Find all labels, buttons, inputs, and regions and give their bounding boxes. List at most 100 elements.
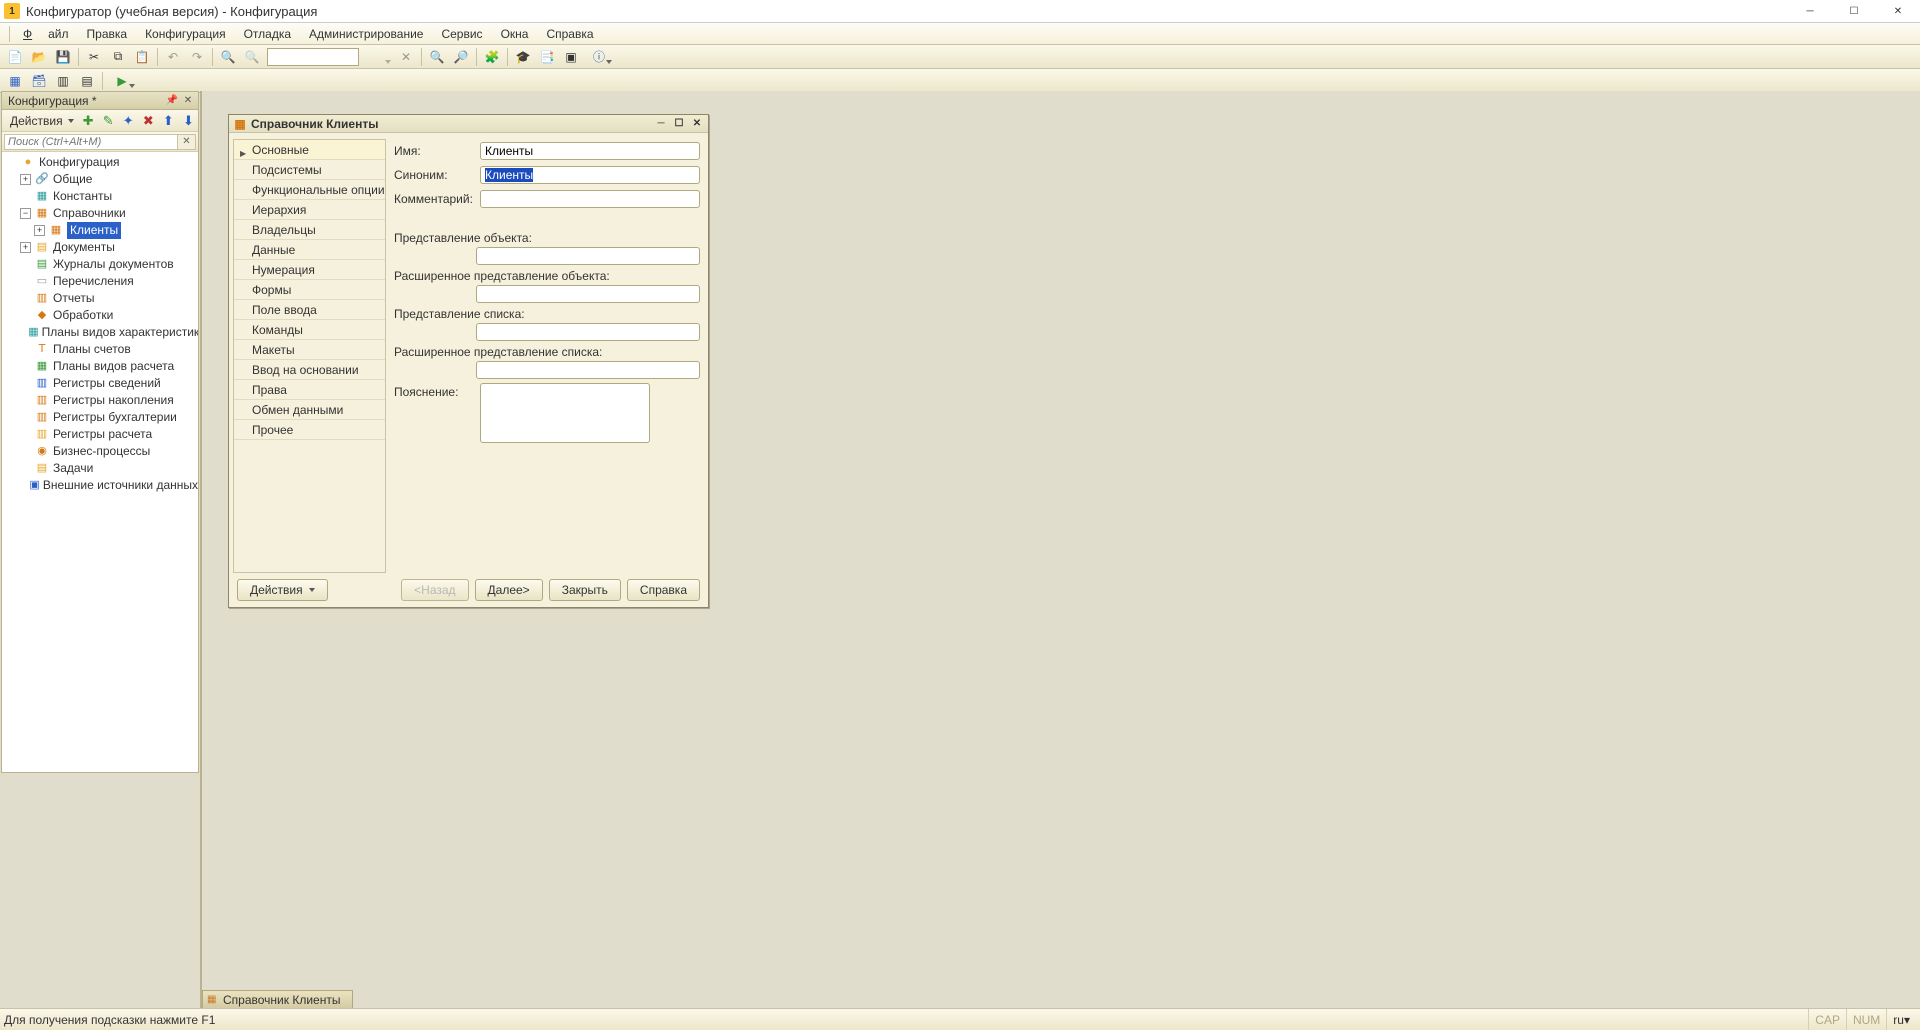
obj-repr-field[interactable] — [476, 247, 700, 265]
panel-actions-button[interactable]: Действия — [6, 111, 78, 131]
name-field[interactable] — [480, 142, 700, 160]
properties-icon[interactable]: ▥ — [52, 71, 74, 91]
find-icon[interactable]: 🔍 — [217, 47, 239, 67]
copy-icon[interactable]: ⧉ — [107, 47, 129, 67]
delete-icon[interactable]: ✖ — [139, 112, 158, 130]
tree-item[interactable]: +▤Журналы документов — [2, 256, 198, 273]
pin-icon[interactable]: 📌 — [164, 93, 180, 109]
dialog-nav-item[interactable]: Макеты — [234, 340, 385, 360]
menu-debug[interactable]: Отладка — [236, 24, 299, 44]
tree-item[interactable]: +▤Задачи — [2, 460, 198, 477]
paste-icon[interactable]: 📋 — [131, 47, 153, 67]
menu-configuration[interactable]: Конфигурация — [137, 24, 234, 44]
info-dd-icon[interactable]: ⓘ — [584, 47, 614, 67]
tree-item[interactable]: +▦Клиенты — [2, 222, 198, 239]
maximize-button[interactable]: ☐ — [1832, 0, 1876, 23]
dialog-nav-item[interactable]: Прочее — [234, 420, 385, 440]
tree-item[interactable]: +▣Внешние источники данных — [2, 477, 198, 494]
edit-icon[interactable]: ✎ — [99, 112, 118, 130]
mdi-tab-catalog-clients[interactable]: Справочник Клиенты — [202, 990, 353, 1008]
dialog-nav-item[interactable]: Формы — [234, 280, 385, 300]
dialog-nav-item[interactable]: Основные — [234, 140, 385, 160]
redo-icon[interactable]: ↷ — [186, 47, 208, 67]
menu-admin[interactable]: Администрирование — [301, 24, 431, 44]
tree-item[interactable]: +◉Бизнес-процессы — [2, 443, 198, 460]
open-file-icon[interactable]: 📂 — [28, 47, 50, 67]
dialog-nav-item[interactable]: Владельцы — [234, 220, 385, 240]
dialog-nav-item[interactable]: Команды — [234, 320, 385, 340]
undo-icon[interactable]: ↶ — [162, 47, 184, 67]
list-repr-field[interactable] — [476, 323, 700, 341]
back-button[interactable]: <Назад — [401, 579, 468, 601]
find-next-icon[interactable]: 🔍 — [241, 47, 263, 67]
panel-close-icon[interactable]: ✕ — [180, 93, 196, 109]
menu-service[interactable]: Сервис — [433, 24, 490, 44]
expander-icon[interactable]: + — [20, 242, 31, 253]
synonym-field[interactable]: Клиенты — [480, 166, 700, 184]
dialog-nav-item[interactable]: Функциональные опции — [234, 180, 385, 200]
dialog-minimize-icon[interactable]: ─ — [652, 116, 670, 132]
tree-item[interactable]: +▦Константы — [2, 188, 198, 205]
help-button[interactable]: Справка — [627, 579, 700, 601]
expander-icon[interactable]: − — [20, 208, 31, 219]
search-dd-icon[interactable] — [363, 47, 393, 67]
tree-item[interactable]: +▥Регистры накопления — [2, 392, 198, 409]
tree-root[interactable]: − ● Конфигурация — [2, 154, 198, 171]
calendar-icon[interactable]: 📑 — [536, 47, 558, 67]
close-dialog-button[interactable]: Закрыть — [549, 579, 621, 601]
tree-item[interactable]: +▭Перечисления — [2, 273, 198, 290]
tree-item[interactable]: +▥Регистры расчета — [2, 426, 198, 443]
dialog-nav-item[interactable]: Права — [234, 380, 385, 400]
status-lang[interactable]: ru ▾ — [1886, 1009, 1916, 1030]
show-panel-icon[interactable]: ▣ — [560, 47, 582, 67]
tree-item[interactable]: +🔗Общие — [2, 171, 198, 188]
list-repr-ext-field[interactable] — [476, 361, 700, 379]
next-button[interactable]: Далее> — [475, 579, 543, 601]
save-icon[interactable]: 💾 — [52, 47, 74, 67]
dialog-nav-item[interactable]: Подсистемы — [234, 160, 385, 180]
tree-item[interactable]: +▥Регистры сведений — [2, 375, 198, 392]
new-file-icon[interactable]: 📄 — [4, 47, 26, 67]
add-icon[interactable]: ✚ — [79, 112, 98, 130]
dialog-nav-item[interactable]: Иерархия — [234, 200, 385, 220]
config-tree-icon[interactable]: ▦ — [4, 71, 26, 91]
close-button[interactable]: ✕ — [1876, 0, 1920, 23]
dialog-actions-button[interactable]: Действия — [237, 579, 328, 601]
comment-field[interactable] — [480, 190, 700, 208]
menu-edit[interactable]: Правка — [79, 24, 136, 44]
dialog-nav-item[interactable]: Нумерация — [234, 260, 385, 280]
wand-icon[interactable]: ✦ — [119, 112, 138, 130]
config-search-clear-icon[interactable]: ✕ — [178, 134, 196, 150]
dialog-nav-item[interactable]: Данные — [234, 240, 385, 260]
toolbar-search-input[interactable] — [267, 48, 359, 66]
dialog-nav-item[interactable]: Поле ввода — [234, 300, 385, 320]
tree-item[interactable]: +▦Планы видов характеристик — [2, 324, 198, 341]
tree-item[interactable]: +▥Регистры бухгалтерии — [2, 409, 198, 426]
config-tree[interactable]: − ● Конфигурация +🔗Общие+▦Константы−▦Спр… — [2, 152, 198, 772]
tree-item[interactable]: +▥Отчеты — [2, 290, 198, 307]
dialog-close-icon[interactable]: ✕ — [688, 116, 706, 132]
zoom-fwd-icon[interactable]: 🔎 — [450, 47, 472, 67]
menu-file[interactable]: Файл — [15, 24, 77, 44]
tree-item[interactable]: +◆Обработки — [2, 307, 198, 324]
tree-item[interactable]: +▤Документы — [2, 239, 198, 256]
move-up-icon[interactable]: ⬆ — [159, 112, 178, 130]
tree-item[interactable]: −▦Справочники — [2, 205, 198, 222]
move-down-icon[interactable]: ⬇ — [179, 112, 198, 130]
syntax-helper-icon[interactable]: 🧩 — [481, 47, 503, 67]
explain-field[interactable] — [480, 383, 650, 443]
dialog-titlebar[interactable]: ▦ Справочник Клиенты ─ ☐ ✕ — [229, 115, 708, 133]
zoom-back-icon[interactable]: 🔍 — [426, 47, 448, 67]
dialog-nav-item[interactable]: Обмен данными — [234, 400, 385, 420]
menu-windows[interactable]: Окна — [493, 24, 537, 44]
desktop-cmd-icon[interactable]: ▤ — [76, 71, 98, 91]
start-debug-icon[interactable]: ▶ — [107, 71, 137, 91]
config-search-input[interactable] — [4, 134, 178, 150]
tree-item[interactable]: +▦Планы видов расчета — [2, 358, 198, 375]
cut-icon[interactable]: ✂ — [83, 47, 105, 67]
dialog-nav-item[interactable]: Ввод на основании — [234, 360, 385, 380]
search-clear-icon[interactable]: ✕ — [395, 47, 417, 67]
tree-item[interactable]: +ＴПланы счетов — [2, 341, 198, 358]
expander-icon[interactable]: + — [20, 174, 31, 185]
menu-help[interactable]: Справка — [538, 24, 601, 44]
